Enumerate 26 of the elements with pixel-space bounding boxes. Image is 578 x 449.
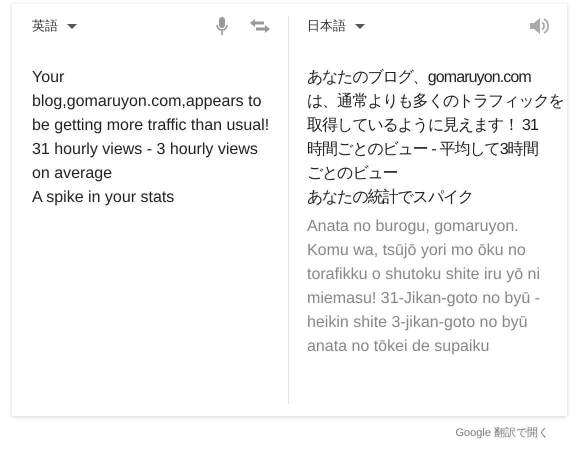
romanization-line: heikin shite 3-jikan-goto no byū (307, 313, 528, 333)
translated-text-line: 時間ごとのビュー - 平均して3時間 (307, 140, 538, 160)
source-text-line: be getting more traffic than usual! (32, 116, 270, 136)
source-text-line: blog,gomaruyon.com,appears to (32, 92, 262, 112)
caret-icon (355, 24, 365, 28)
translated-text-line: は、通常よりも多くのトラフィックを (307, 92, 564, 112)
source-text-line: Your (32, 68, 64, 88)
translated-text-line: あなたの統計でスパイク (307, 188, 474, 208)
target-language-dropdown[interactable]: 日本語 (307, 17, 365, 35)
romanization-line: Anata no burogu, gomaruyon. (307, 217, 519, 237)
speaker-icon[interactable] (530, 17, 549, 35)
translated-text-line: 取得しているように見えます！ 31 (307, 116, 538, 136)
romanization-line: miemasu! 31-Jikan-goto no byū - (307, 289, 540, 309)
source-text-line: 31 hourly views - 3 hourly views (32, 140, 258, 160)
source-text-line: on average (32, 164, 112, 184)
translated-text-line: ごとのビュー (307, 164, 398, 184)
romanization-line: Komu wa, tsūjō yori mo ōku no (307, 241, 526, 261)
caret-icon (67, 24, 77, 28)
swap-icon[interactable] (250, 19, 270, 33)
source-text-line: A spike in your stats (32, 188, 174, 208)
microphone-icon[interactable] (216, 17, 228, 35)
translated-text-line: あなたのブログ、gomaruyon.com (307, 68, 531, 88)
romanization-line: torafikku o shutoku shite iru yō ni (307, 265, 540, 285)
source-language-dropdown[interactable]: 英語 (32, 17, 77, 35)
romanization-line: anata no tōkei de supaiku (307, 337, 490, 357)
open-in-translate-link[interactable]: Google 翻訳で開く (455, 425, 549, 440)
